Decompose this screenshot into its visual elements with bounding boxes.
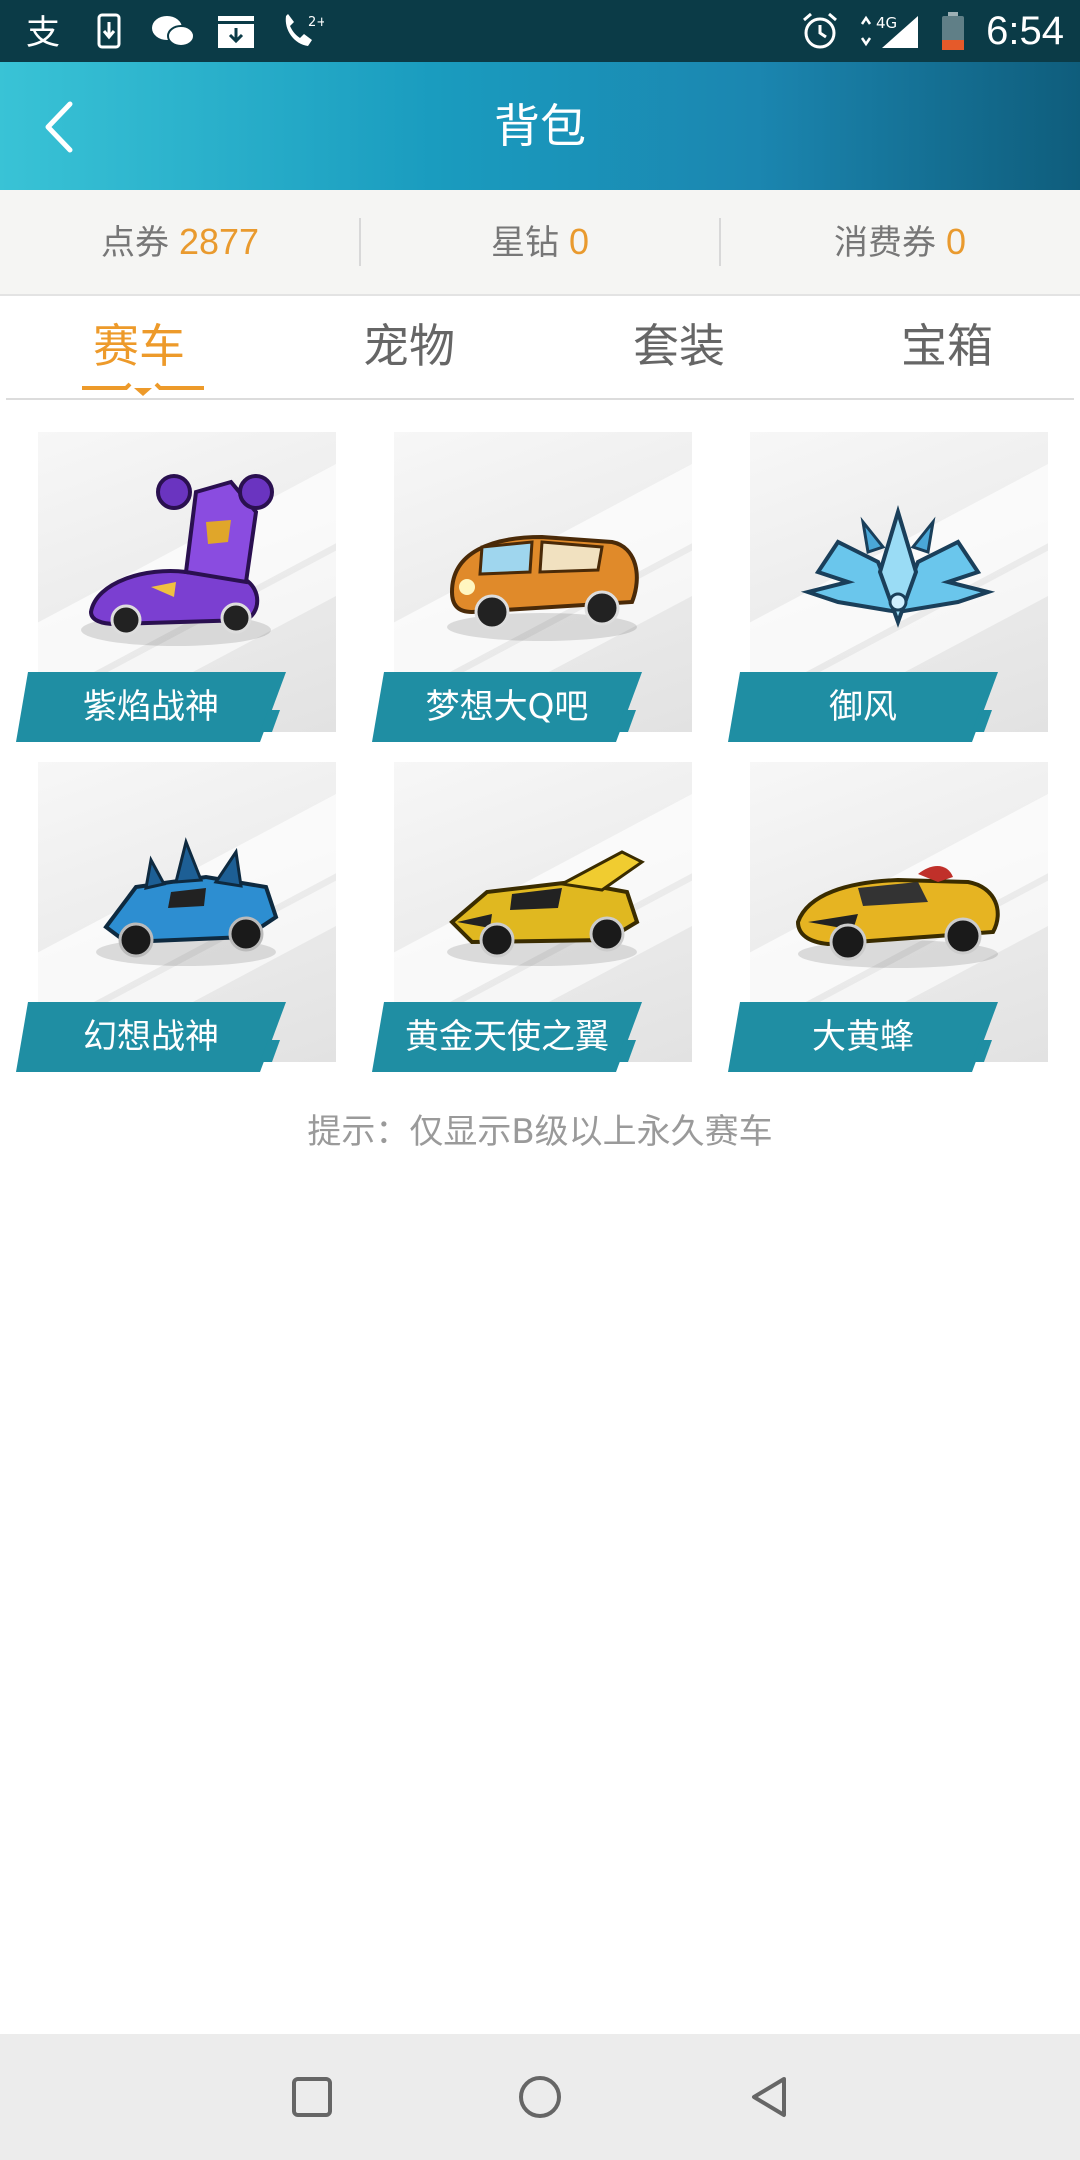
item-name-label: 黄金天使之翼 — [372, 1002, 642, 1072]
item-name-label: 大黄蜂 — [728, 1002, 998, 1072]
svg-text:2+: 2+ — [308, 15, 324, 30]
currency-label: 点券 — [100, 223, 169, 263]
tab-label: 宝箱 — [901, 319, 993, 373]
tab-label: 宠物 — [363, 319, 455, 373]
tab-treasure-chests[interactable]: 宝箱 — [812, 296, 1080, 396]
currency-value: 2877 — [178, 221, 260, 262]
tab-label: 赛车 — [93, 319, 185, 373]
item-card[interactable]: 御风 — [728, 432, 1048, 742]
call-icon: 2+ — [285, 14, 324, 46]
gold-winged-car-icon — [447, 850, 645, 966]
download-icon — [97, 13, 121, 49]
alipay-icon: 支 — [26, 13, 60, 50]
tab-cars[interactable]: 赛车 — [4, 296, 274, 396]
purple-mech-car-icon — [81, 474, 274, 646]
alarm-icon — [803, 12, 837, 49]
currency-bar: 点券 2877 星钻 0 消费券 0 — [0, 190, 1080, 296]
tabs-divider — [6, 398, 1074, 400]
currency-label: 消费券 — [833, 223, 936, 263]
tab-label: 套装 — [633, 319, 725, 373]
item-name-label: 紫焰战神 — [16, 672, 286, 742]
page-title: 背包 — [494, 99, 586, 153]
recent-apps-button[interactable] — [282, 2067, 342, 2127]
item-card[interactable]: 梦想大Q吧 — [372, 432, 692, 742]
currency-value: 0 — [945, 221, 967, 262]
tab-outfits[interactable]: 套装 — [544, 296, 814, 396]
inbox-download-icon — [218, 16, 254, 48]
currency-coupons: 点券 2877 — [0, 190, 360, 294]
blue-crystal-wing-icon — [800, 505, 996, 628]
blue-spiked-car-icon — [96, 837, 279, 966]
status-bar: 支 2+ 4G 6:54 — [0, 0, 1080, 62]
app-bar: 背包 — [0, 62, 1080, 190]
system-nav-bar — [0, 2034, 1080, 2160]
tab-pets[interactable]: 宠物 — [274, 296, 544, 396]
category-tabs: 赛车 宠物 套装 宝箱 — [0, 296, 1080, 400]
item-card[interactable]: 黄金天使之翼 — [372, 762, 692, 1072]
signal-icon: 4G — [860, 14, 918, 48]
item-name-label: 幻想战神 — [16, 1002, 286, 1072]
item-card[interactable]: 幻想战神 — [16, 762, 336, 1072]
home-button[interactable] — [510, 2067, 570, 2127]
currency-value: 0 — [568, 221, 590, 262]
yellow-sports-car-icon — [795, 866, 1000, 968]
battery-icon — [942, 12, 964, 50]
back-nav-button[interactable] — [740, 2067, 800, 2127]
item-name-label: 御风 — [728, 672, 998, 742]
item-card[interactable]: 大黄蜂 — [728, 762, 1048, 1072]
currency-label: 星钻 — [490, 223, 559, 263]
item-card[interactable]: 紫焰战神 — [16, 432, 336, 742]
item-name-label: 梦想大Q吧 — [372, 672, 642, 742]
currency-star-diamond: 星钻 0 — [360, 190, 720, 294]
currency-consumption-voucher: 消费券 0 — [720, 190, 1080, 294]
wechat-icon — [152, 16, 195, 47]
hint-text: 提示：仅显示B级以上永久赛车 — [307, 1112, 773, 1152]
clock: 6:54 — [986, 9, 1064, 53]
svg-text:支: 支 — [26, 13, 60, 50]
orange-bus-car-icon — [447, 534, 639, 641]
svg-text:4G: 4G — [876, 14, 897, 32]
